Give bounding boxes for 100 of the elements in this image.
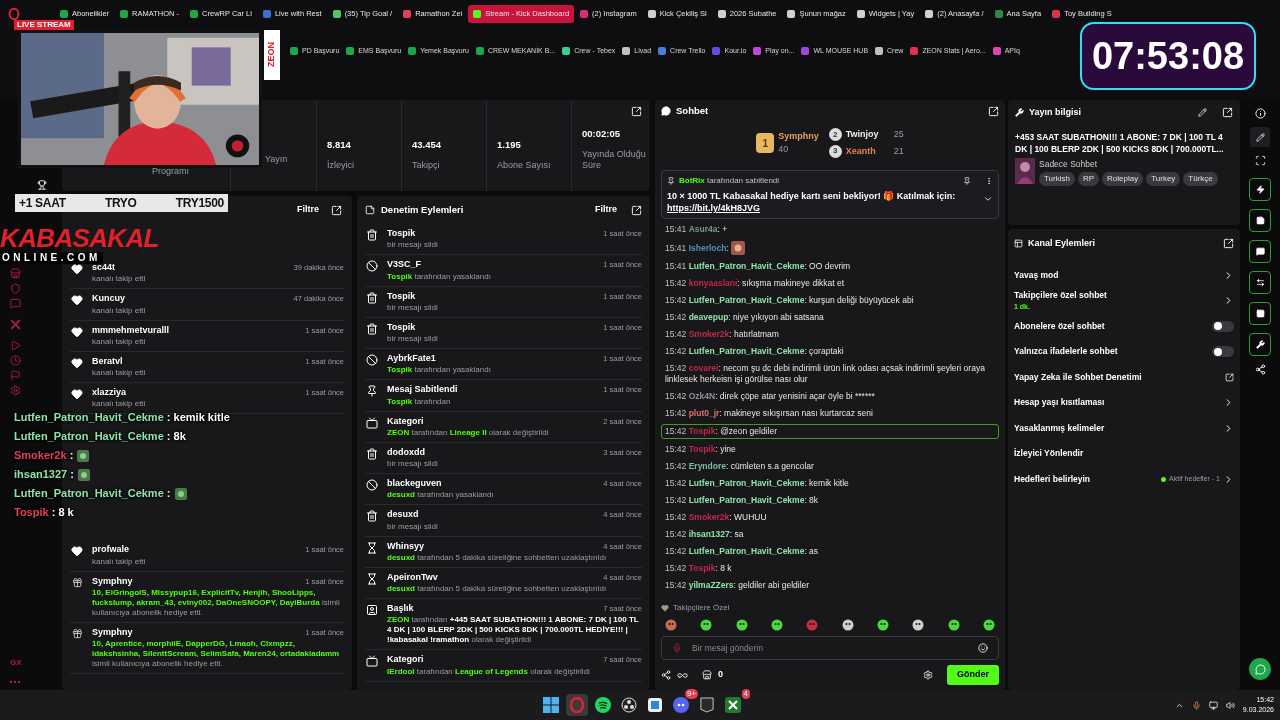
chat-message: 15:42 Lutfen_Patron_Havit_Cekme: kurşun deliği büyüyücek abi (665, 295, 914, 306)
volume-icon[interactable] (1225, 700, 1235, 710)
music-app-icon[interactable] (595, 697, 611, 713)
user-card-icon (366, 604, 378, 616)
action-label[interactable]: Hesap yaşı kısıtlaması (1014, 396, 1223, 410)
action-label[interactable]: Hedefleri belirleyin (1014, 472, 1162, 486)
emoji-icon[interactable] (978, 643, 988, 653)
overlay-chat-line: Lutfen_Patron_Havit_Cekme : kemik kitle (14, 410, 230, 426)
game-app-icon[interactable] (725, 697, 741, 713)
leader-name: Symphny (778, 129, 819, 143)
info-icon[interactable] (1254, 108, 1266, 119)
activity-detail: kanalı takip etti (92, 274, 147, 285)
layout-button[interactable] (1249, 302, 1271, 325)
expand-icon[interactable] (988, 105, 999, 117)
share-icon[interactable] (1254, 364, 1266, 375)
action-target: Kategori (387, 415, 424, 427)
browser-logo-icon[interactable] (8, 8, 20, 20)
game-store-icon[interactable] (700, 697, 714, 713)
expand-icon[interactable] (331, 204, 342, 216)
emote-icon[interactable] (665, 619, 677, 631)
message-input[interactable]: Bir mesaj gönderin (692, 641, 968, 655)
action-label[interactable]: Yavaş mod (1014, 268, 1223, 282)
action-label[interactable]: Yasaklanmış kelimeler (1014, 421, 1223, 435)
note-button[interactable] (1249, 209, 1271, 232)
recorder-icon[interactable] (621, 697, 637, 713)
x-logo-icon[interactable] (10, 319, 21, 330)
network-icon[interactable] (1208, 700, 1218, 710)
layout-icon (1255, 309, 1265, 318)
mic-icon[interactable] (1191, 700, 1201, 710)
trash-icon (366, 229, 378, 241)
action-label[interactable]: Abonelere özel sohbet (1014, 319, 1212, 333)
browser-icon[interactable] (569, 697, 585, 713)
action-detail: IErdool tarafından League of Legends olarak değiştirildi (387, 666, 591, 677)
filter-button[interactable]: Filtre (297, 203, 319, 217)
expand-icon[interactable] (1222, 107, 1233, 119)
action-label[interactable]: Takipçilere özel sohbet (1014, 289, 1223, 302)
action-label[interactable]: Yalnızca ifadelerle sohbet (1014, 345, 1212, 359)
emote-icon[interactable] (841, 619, 854, 631)
goal-text: TRYO (104, 195, 137, 212)
activity-detail: 10, ElGringolS, Missypup16, ExplicitTv, Henjih, ShooLipps, fuckslump, akram_43, eviny002, DaOneSNOOPY, DayiBurda isimli kullanıcıya abonelik hediye etti. (92, 587, 341, 618)
emote-icon[interactable] (876, 619, 889, 631)
lightning-button[interactable] (1249, 178, 1271, 201)
action-label[interactable]: İzleyici Yönlendir (1014, 447, 1234, 461)
pinned-by: BotRix tarafından sabitlendi (679, 175, 781, 187)
tag-chip[interactable]: Turkey (1146, 172, 1181, 187)
wrench-button[interactable] (1249, 333, 1271, 356)
tag-chip[interactable]: Roleplay (1102, 172, 1144, 187)
tag-chip[interactable]: Turkish (1039, 172, 1075, 187)
arrows-button[interactable] (1249, 271, 1271, 294)
action-target: V3SC_F (387, 259, 421, 271)
rank-badge: 2 (828, 128, 842, 142)
tag-chip[interactable]: Türkçe (1183, 172, 1218, 187)
send-button[interactable]: Gönder (947, 665, 999, 685)
message-field[interactable]: Bir mesaj gönderin (661, 636, 999, 660)
filter-button[interactable]: Filtre (595, 203, 617, 217)
store-icon[interactable] (702, 670, 712, 680)
expand-icon[interactable] (631, 204, 642, 216)
tag-chip[interactable]: RP (1077, 172, 1100, 187)
chevron-icon[interactable] (983, 194, 993, 204)
chat-button[interactable] (1249, 240, 1271, 263)
chat-message: 15:42 Lutfen_Patron_Havit_Cekme: as (665, 546, 819, 557)
app-window-icon[interactable] (647, 697, 663, 713)
action-target: dodoxdd (387, 446, 425, 458)
emote-icon[interactable] (700, 619, 713, 631)
goal-text: TRY1500 (175, 195, 224, 212)
action-detail: Tospik tarafından yasaklandı (387, 271, 492, 282)
expand-icon[interactable] (631, 106, 642, 117)
chat-bubble-button[interactable] (1249, 658, 1271, 680)
activity-user: mmmehmetvuralll (92, 324, 170, 336)
focus-icon[interactable] (1254, 155, 1266, 166)
edit-button[interactable] (1250, 127, 1270, 147)
action-target: Kategori (387, 654, 424, 666)
activity-user: Kuncuy (92, 293, 125, 305)
external-link-icon[interactable] (1225, 372, 1234, 382)
emote-icon[interactable] (947, 619, 960, 631)
action-label[interactable]: Yapay Zeka ile Sohbet Denetimi (1014, 370, 1225, 384)
action-target: AybrkFate1 (387, 353, 436, 364)
more-icon[interactable] (985, 177, 993, 185)
timer-text: 07:53:08 (1091, 33, 1245, 79)
trash-icon (366, 447, 378, 460)
unpin-icon[interactable] (963, 177, 971, 185)
emote-icon[interactable] (735, 619, 748, 631)
chat-icon (1255, 247, 1265, 256)
expand-icon[interactable] (1223, 238, 1234, 250)
toggle-switch[interactable] (1212, 346, 1234, 358)
stat-label: Abone Sayısı (497, 160, 552, 171)
toggle-switch[interactable] (1212, 320, 1234, 332)
emote-icon[interactable] (912, 619, 925, 631)
panel-icon (1014, 239, 1023, 249)
edit-icon[interactable] (1198, 108, 1207, 118)
pin-icon (667, 177, 675, 185)
chat-message: 15:42 Smoker2k: hatırlatmam (665, 329, 779, 340)
action-detail: bir mesajı sildi (387, 240, 439, 251)
chat-app-icon[interactable] (673, 697, 689, 713)
stat-value: 8.814 (327, 137, 352, 152)
emote-icon[interactable] (771, 619, 783, 631)
windows-icon[interactable] (543, 697, 559, 713)
heart-icon (71, 388, 83, 400)
pinned-link[interactable]: https://bit.ly/4kH8JVG (667, 203, 761, 213)
emote-icon[interactable] (982, 619, 995, 631)
